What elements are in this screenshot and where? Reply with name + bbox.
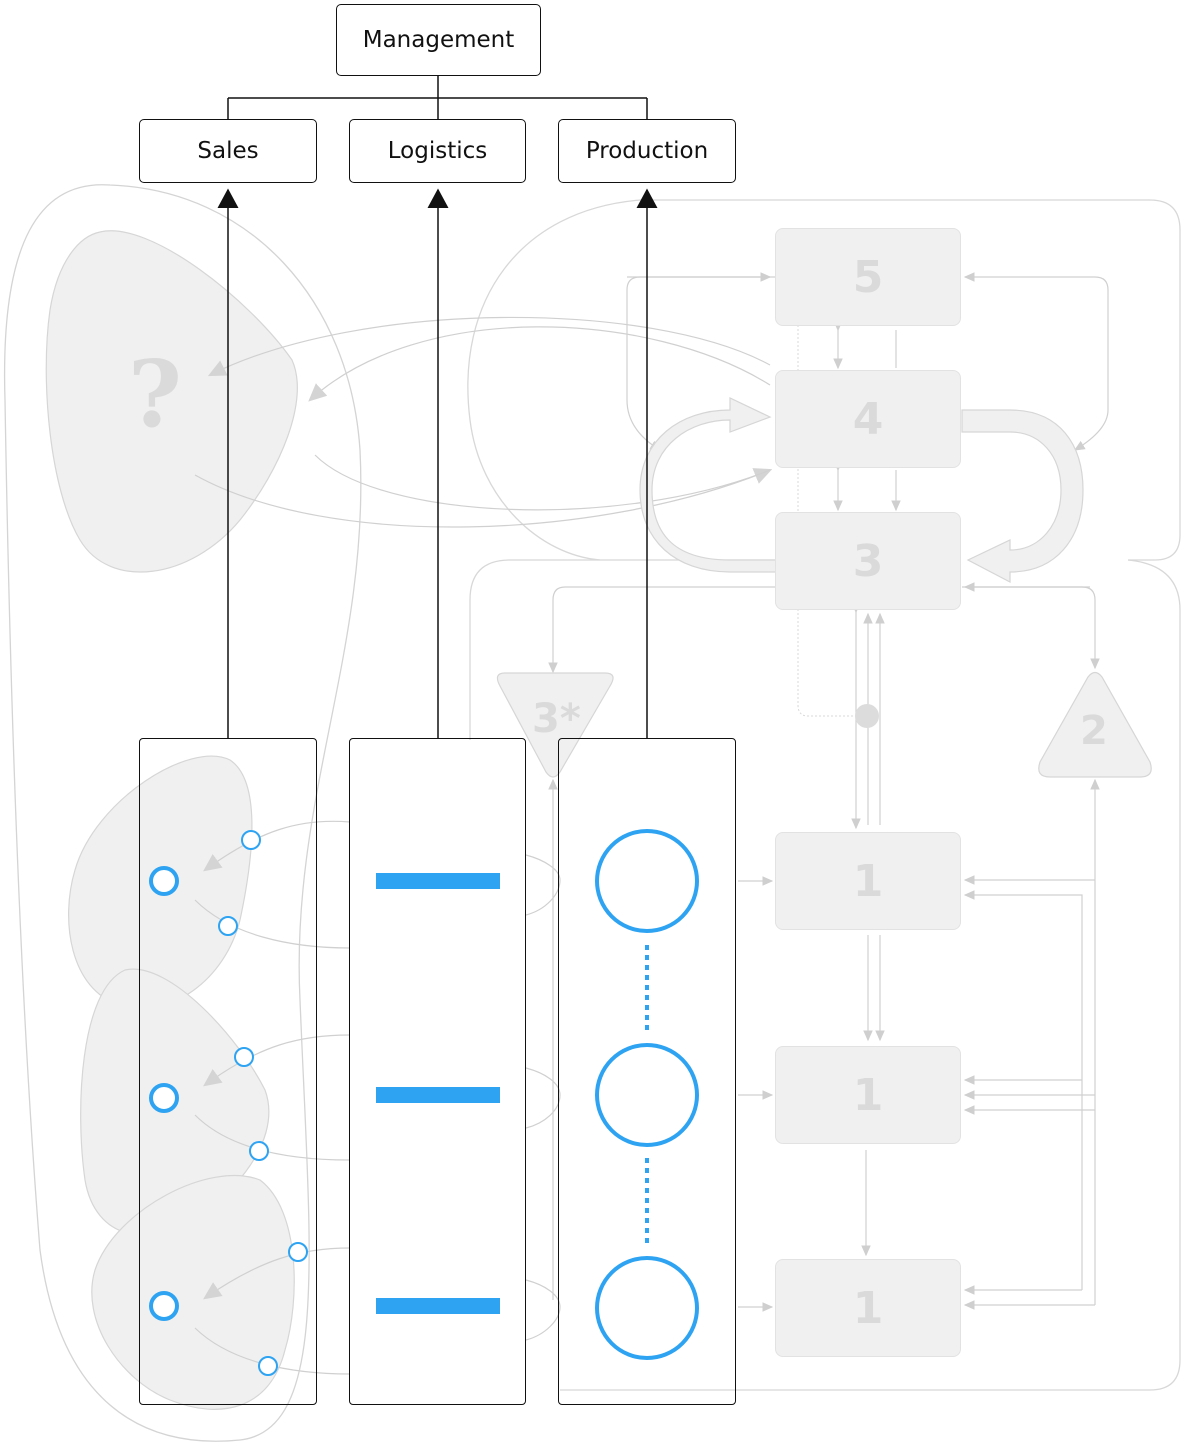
system-1-box: 1 [775, 832, 961, 930]
system-1-box: 1 [775, 1046, 961, 1144]
system-5-box: 5 [775, 228, 961, 326]
system-2-label: 2 [1080, 708, 1108, 754]
management-box[interactable]: Management [336, 4, 541, 76]
environment-question-mark: ? [128, 340, 182, 448]
system-3-star-label: 3* [532, 696, 581, 742]
system-1-box: 1 [775, 1259, 961, 1357]
sales-box[interactable]: Sales [139, 119, 317, 183]
logistics-box[interactable]: Logistics [349, 119, 526, 183]
system-3-box: 3 [775, 512, 961, 610]
logistics-bar [376, 873, 500, 889]
logistics-bar [376, 1087, 500, 1103]
sales-column [139, 738, 317, 1405]
system-4-box: 4 [775, 370, 961, 468]
logistics-bar [376, 1298, 500, 1314]
production-column [558, 738, 736, 1405]
production-box[interactable]: Production [558, 119, 736, 183]
